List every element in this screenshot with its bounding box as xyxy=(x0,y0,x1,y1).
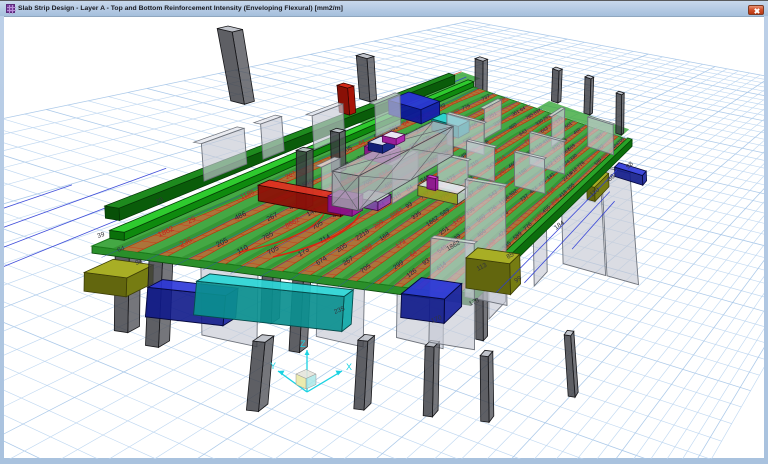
svg-text:Y: Y xyxy=(270,361,276,371)
svg-text:39: 39 xyxy=(96,231,105,240)
svg-text:Z: Z xyxy=(300,339,306,349)
svg-text:X: X xyxy=(346,362,352,372)
